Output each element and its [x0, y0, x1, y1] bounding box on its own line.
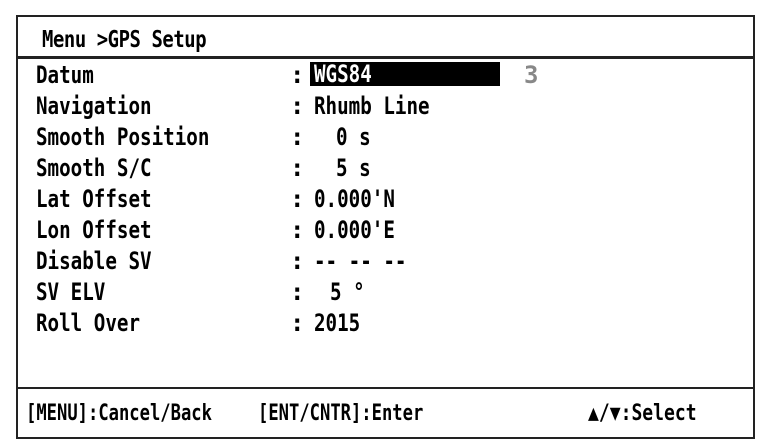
menu-item-value: 5 ° — [330, 278, 365, 306]
separator-colon: : — [290, 216, 305, 244]
menu-item-value: 0 s — [336, 123, 371, 151]
separator-colon: : — [290, 185, 305, 213]
key-hint-bar: [MENU]:Cancel/Back [ENT/CNTR]:Enter ▲/▼:… — [18, 389, 753, 439]
separator-colon: : — [290, 92, 305, 120]
menu-item-value: 2015 — [314, 309, 361, 337]
menu-item-label: Roll Over — [36, 309, 141, 337]
menu-item-label: Navigation — [36, 92, 152, 120]
menu-item-smooth-sc[interactable]: Smooth S/C : 5 s — [18, 152, 753, 186]
menu-key-hint: [MENU]:Cancel/Back — [26, 401, 212, 426]
menu-item-label: Smooth S/C — [36, 154, 152, 182]
menu-item-value: 0.000'N — [314, 185, 395, 213]
menu-item-value: -- -- -- — [314, 247, 407, 275]
menu-item-label: Smooth Position — [36, 123, 210, 151]
menu-item-roll-over[interactable]: Roll Over : 2015 — [18, 307, 753, 341]
menu-item-value: Rhumb Line — [314, 92, 430, 120]
page-title: Menu >GPS Setup — [42, 27, 207, 53]
separator-colon: : — [290, 154, 305, 182]
menu-item-datum[interactable]: Datum : WGS84 3 — [18, 59, 753, 93]
menu-item-label: Disable SV — [36, 247, 152, 275]
datum-code: 3 — [524, 61, 539, 89]
menu-item-smooth-position[interactable]: Smooth Position : 0 s — [18, 121, 753, 155]
enter-key-hint: [ENT/CNTR]:Enter — [258, 401, 424, 426]
menu-item-value[interactable]: WGS84 — [314, 60, 372, 88]
separator-colon: : — [290, 247, 305, 275]
menu-item-disable-sv[interactable]: Disable SV : -- -- -- — [18, 245, 753, 279]
menu-item-lat-offset[interactable]: Lat Offset : 0.000'N — [18, 183, 753, 217]
menu-item-label: SV ELV — [36, 278, 106, 306]
select-key-hint: ▲/▼:Select — [588, 401, 697, 426]
separator-colon: : — [290, 61, 305, 89]
menu-item-label: Lat Offset — [36, 185, 152, 213]
menu-item-sv-elv[interactable]: SV ELV : 5 ° — [18, 276, 753, 310]
menu-item-navigation[interactable]: Navigation : Rhumb Line — [18, 90, 753, 124]
menu-item-value: 5 s — [336, 154, 371, 182]
gps-setup-window: Menu >GPS Setup Datum : WGS84 3 Navigati… — [16, 15, 755, 439]
menu-item-label: Lon Offset — [36, 216, 152, 244]
separator-colon: : — [290, 123, 305, 151]
title-bar: Menu >GPS Setup — [18, 17, 753, 59]
menu-item-value: 0.000'E — [314, 216, 395, 244]
menu-item-label: Datum — [36, 61, 94, 89]
separator-colon: : — [290, 278, 305, 306]
separator-colon: : — [290, 309, 305, 337]
menu-item-lon-offset[interactable]: Lon Offset : 0.000'E — [18, 214, 753, 248]
